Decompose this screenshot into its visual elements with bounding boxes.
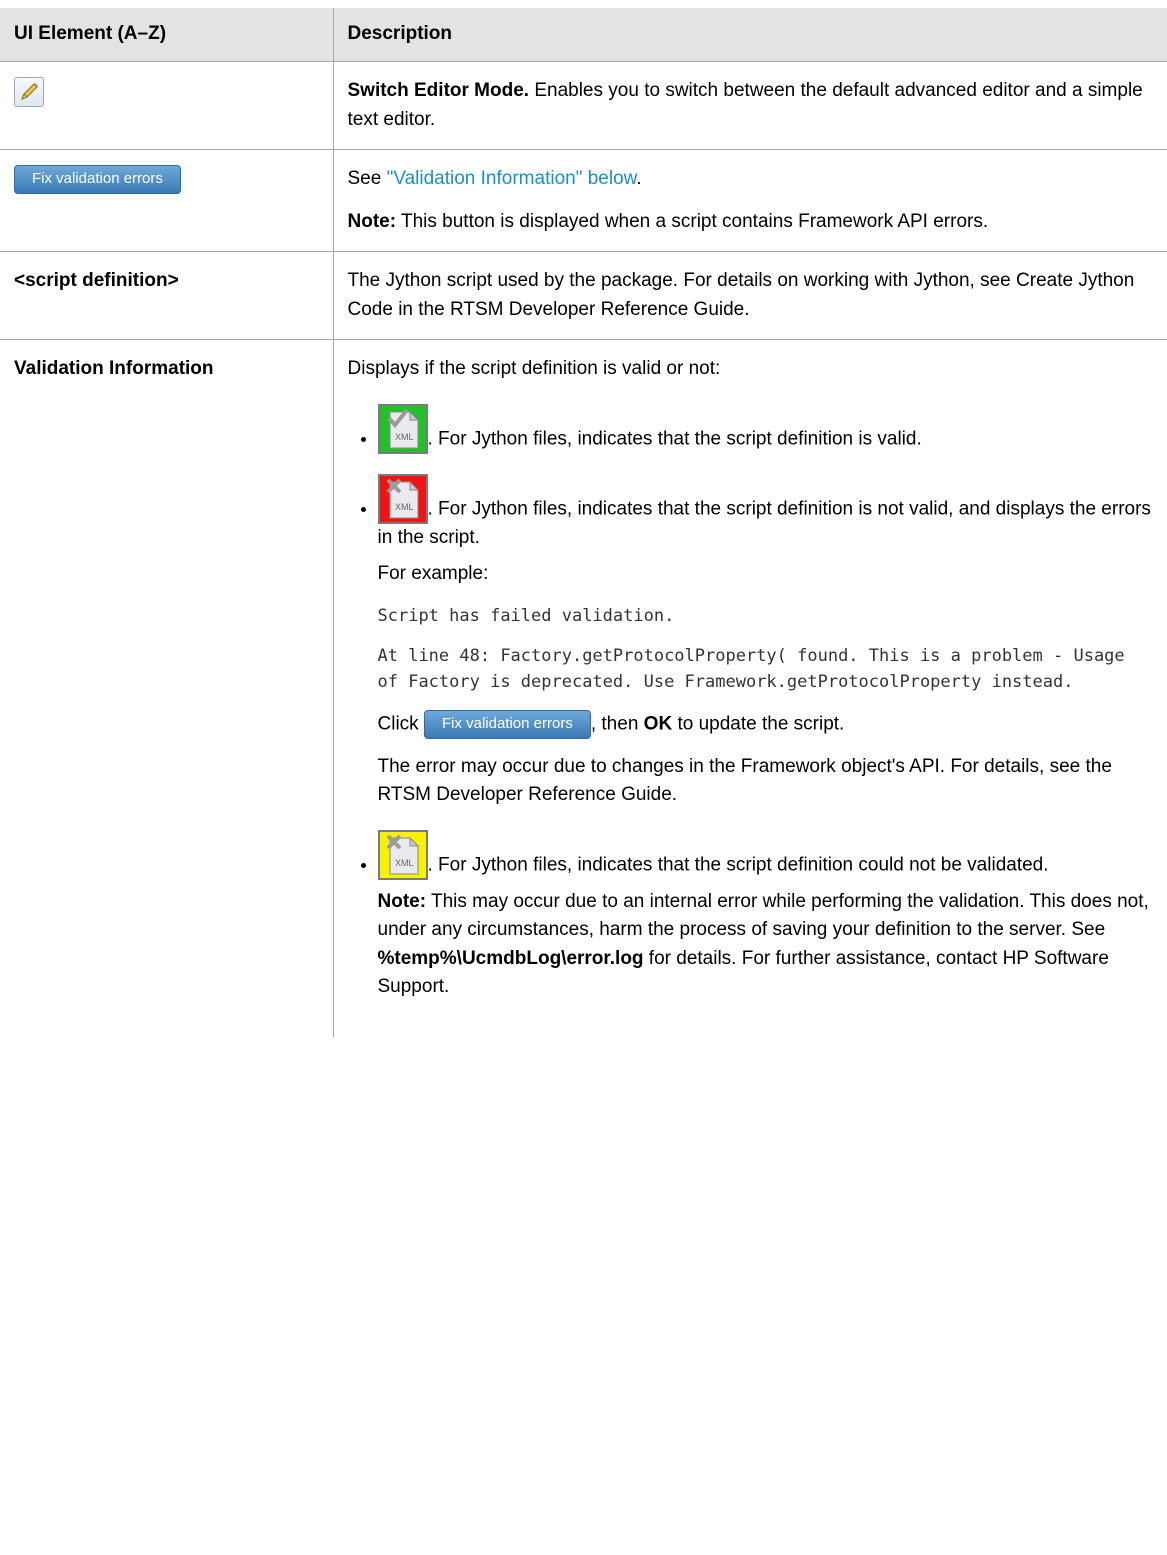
list-item: XML . For Jython files, indicates that t…: [377, 403, 1153, 454]
xml-invalid-icon: XML: [377, 473, 428, 524]
list-item: XML . For Jython files, indicates that t…: [377, 473, 1153, 810]
see-suffix: .: [636, 168, 642, 189]
table-row: <script definition> The Jython script us…: [0, 251, 1167, 340]
svg-text:XML: XML: [395, 858, 414, 868]
table-row: Fix validation errors See "Validation In…: [0, 149, 1167, 252]
svg-text:XML: XML: [395, 502, 414, 512]
error-explanation: The error may occur due to changes in th…: [377, 755, 1112, 806]
validation-intro: Displays if the script definition is val…: [347, 358, 721, 379]
validation-status-list: XML . For Jython files, indicates that t…: [348, 403, 1153, 1002]
list-item: XML . For Jython files, indicates that t…: [377, 829, 1153, 1002]
xml-unvalidated-icon: XML: [377, 829, 428, 880]
click-instruction: Click Fix validation errors, then OK to …: [377, 709, 1153, 739]
ok-label: OK: [643, 713, 673, 735]
unvalidated-details: Note: This may occur due to an internal …: [378, 888, 1153, 1002]
note-text: This button is displayed when a script c…: [396, 210, 989, 232]
header-ui-element: UI Element (A–Z): [0, 8, 334, 62]
switch-editor-cell: [0, 61, 334, 150]
table-row: Switch Editor Mode. Enables you to switc…: [0, 61, 1167, 150]
fix-button-cell: Fix validation errors: [0, 149, 334, 252]
click-prefix: Click: [377, 713, 424, 735]
script-definition-description: The Jython script used by the package. F…: [332, 251, 1167, 340]
click-mid: , then: [590, 713, 644, 735]
validation-information-description: Displays if the script definition is val…: [332, 338, 1167, 1037]
ui-elements-table: UI Element (A–Z) Description Switch Edit…: [0, 8, 1167, 1037]
note-label: Note:: [347, 210, 397, 232]
see-prefix: See: [347, 168, 387, 189]
error-log-path: %temp%\UcmdbLog\error.log: [377, 947, 644, 969]
valid-text: . For Jython files, indicates that the s…: [427, 428, 922, 449]
internal-error-note: Note: This may occur due to an internal …: [378, 888, 1153, 1002]
switch-editor-title: Switch Editor Mode.: [347, 80, 530, 101]
validation-information-link[interactable]: "Validation Information" below: [387, 168, 637, 189]
table-row: Validation Information Displays if the s…: [0, 338, 1167, 1037]
fix-validation-errors-button[interactable]: Fix validation errors: [14, 165, 181, 194]
svg-text:XML: XML: [395, 432, 414, 442]
invalid-text: . For Jython files, indicates that the s…: [377, 498, 1151, 548]
unvalidated-text: . For Jython files, indicates that the s…: [427, 854, 1049, 876]
click-suffix: to update the script.: [672, 713, 845, 735]
invalid-details: For example: Script has failed validatio…: [378, 560, 1153, 810]
note-text-1: This may occur due to an internal error …: [377, 890, 1149, 941]
validation-information-cell: Validation Information: [0, 338, 334, 1037]
code-line-1: Script has failed validation.: [377, 605, 675, 626]
switch-editor-description: Switch Editor Mode. Enables you to switc…: [332, 61, 1167, 150]
fix-validation-errors-inline-button[interactable]: Fix validation errors: [423, 709, 591, 739]
table-header-row: UI Element (A–Z) Description: [0, 8, 1167, 62]
xml-valid-icon: XML: [377, 403, 428, 454]
pencil-edit-icon[interactable]: [14, 77, 44, 107]
code-line-2: At line 48: Factory.getProtocolProperty(…: [377, 645, 1125, 693]
header-description: Description: [332, 8, 1167, 62]
example-label: For example:: [377, 563, 489, 584]
fix-button-description: See "Validation Information" below. Note…: [332, 149, 1167, 252]
note-label: Note:: [377, 890, 427, 912]
script-definition-cell: <script definition>: [0, 251, 334, 340]
